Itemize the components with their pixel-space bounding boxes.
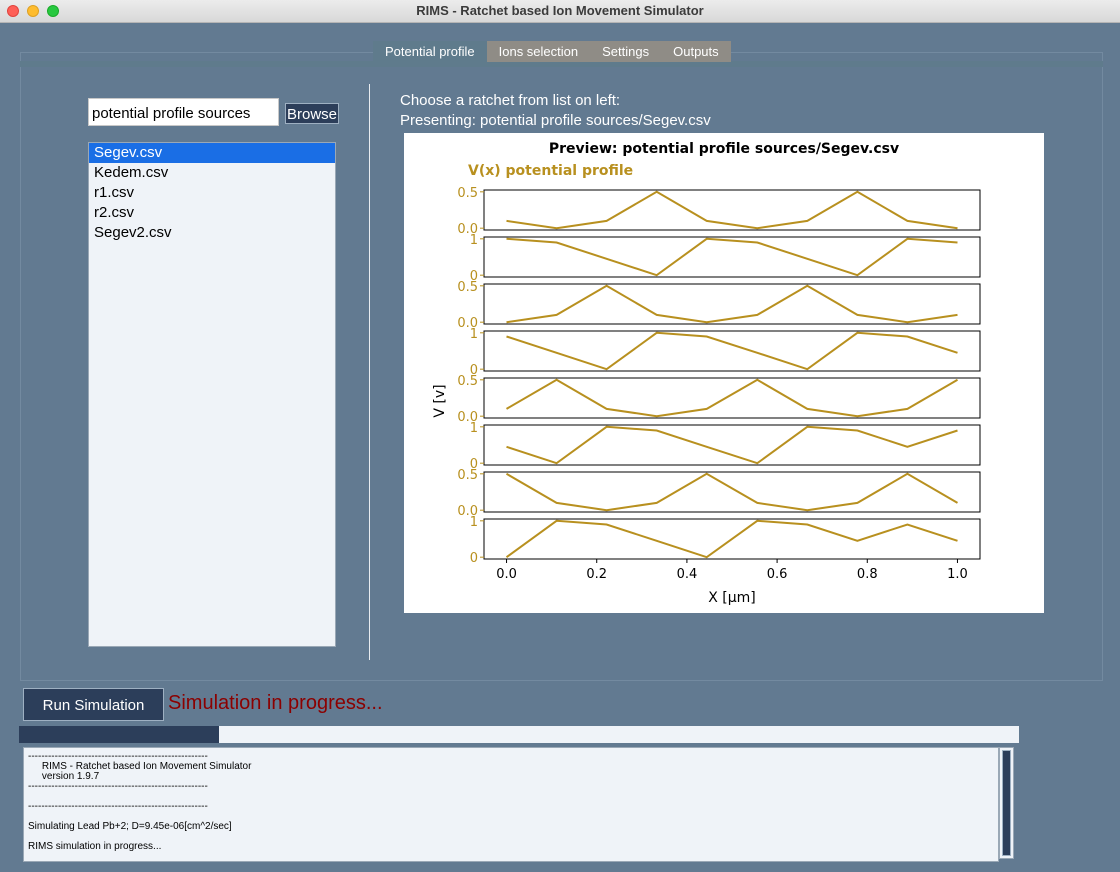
y-tick-label: 0.5 [457, 186, 478, 201]
potential-profile-preview: 0.5 0.0 1 0 0.5 0.0 1 0 0.5 0.0 1 0 0.5 0.0 1 0 0.0 0.2 0.… [404, 133, 1044, 613]
log-line: ----------------------------------------… [28, 801, 208, 812]
presenting-text: Presenting: potential profile sources/Se… [400, 112, 711, 129]
x-tick-label: 0.8 [857, 567, 878, 582]
list-item[interactable]: Segev.csv [89, 143, 335, 163]
panel-divider [369, 84, 370, 660]
list-item[interactable]: r1.csv [89, 183, 335, 203]
tab-outputs[interactable]: Outputs [661, 41, 731, 62]
tab-ions-selection[interactable]: Ions selection [487, 41, 591, 62]
run-simulation-button[interactable]: Run Simulation [23, 688, 164, 721]
simulation-log[interactable]: ----------------------------------------… [23, 747, 999, 862]
simulation-progress-bar [19, 726, 1019, 743]
log-line: RIMS - Ratchet based Ion Movement Simula… [28, 761, 252, 772]
subplot-frame [483, 424, 981, 466]
subplot-frame [483, 377, 981, 419]
list-item[interactable]: r2.csv [89, 203, 335, 223]
series-line [505, 519, 958, 559]
chart-canvas: 0.50.0100.50.0100.50.0100.50.0100.0 0.2 0.… [432, 186, 981, 606]
list-item[interactable]: Kedem.csv [89, 163, 335, 183]
y-tick-label: 1 [470, 515, 478, 530]
y-tick-label: 0.5 [457, 374, 478, 389]
x-tick-label: 0.4 [677, 567, 698, 582]
series-line [506, 237, 958, 277]
list-item[interactable]: Segev2.csv [89, 223, 335, 243]
series-line [506, 190, 958, 230]
series-line [506, 284, 958, 324]
ratchet-file-list[interactable]: Segev.csv Kedem.csv r1.csv r2.csv Segev2… [88, 142, 336, 647]
instruction-text: Choose a ratchet from list on left: [400, 92, 621, 109]
y-tick-label: 0.5 [457, 468, 478, 483]
log-scrollbar[interactable] [999, 747, 1014, 859]
chart-subtitle: V(x) potential profile [468, 163, 634, 179]
tab-potential-profile[interactable]: Potential profile [373, 41, 487, 62]
y-tick-label: 0.5 [457, 280, 478, 295]
x-tick-label: 0.0 [496, 567, 517, 582]
subplot-frame [483, 471, 981, 513]
y-axis-label: V [v] [432, 384, 448, 417]
y-tick-label: 1 [470, 327, 478, 342]
simulation-status: Simulation in progress... [168, 692, 383, 714]
tab-bar: Potential profile Ions selection Setting… [373, 41, 731, 62]
title-bar: RIMS - Ratchet based Ion Movement Simula… [0, 0, 1120, 23]
log-scrollbar-thumb[interactable] [1002, 750, 1011, 856]
series-line [505, 378, 959, 418]
tab-settings[interactable]: Settings [590, 41, 661, 62]
x-tick-label: 0.6 [767, 567, 788, 582]
x-tick-label: 1.0 [947, 567, 968, 582]
series-line [506, 331, 958, 371]
series-line [506, 425, 958, 465]
x-axis-label: X [μm] [708, 590, 756, 606]
source-folder-field[interactable]: potential profile sources [88, 98, 279, 126]
log-line: RIMS simulation in progress... [28, 841, 162, 852]
y-tick-label: 1 [470, 421, 478, 436]
x-tick-label: 0.2 [586, 567, 607, 582]
y-tick-label: 0 [470, 551, 478, 566]
window-title: RIMS - Ratchet based Ion Movement Simula… [416, 3, 704, 18]
log-line: Simulating Lead Pb+2; D=9.45e-06[cm^2/se… [28, 821, 232, 832]
series-line [505, 472, 959, 512]
log-line: ----------------------------------------… [28, 781, 208, 792]
y-tick-label: 1 [470, 233, 478, 248]
browse-button[interactable]: Browse [285, 103, 339, 124]
progress-fill [19, 726, 219, 743]
chart-title: Preview: potential profile sources/Segev… [548, 141, 900, 157]
